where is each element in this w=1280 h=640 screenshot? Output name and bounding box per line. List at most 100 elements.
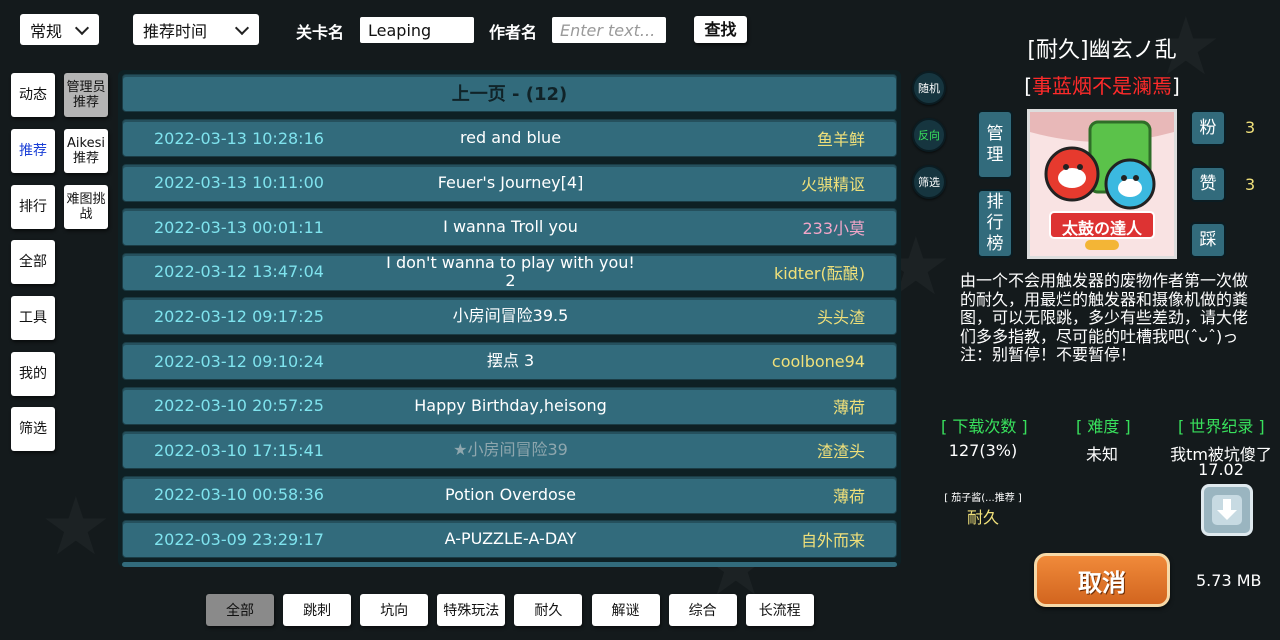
tag-button[interactable]: 解谜 — [591, 594, 660, 626]
search-button[interactable]: 查找 — [694, 16, 747, 43]
tag-button[interactable]: 特殊玩法 — [437, 594, 506, 626]
category-select-value: 常规 — [30, 21, 63, 41]
level-row[interactable]: 2022-03-10 20:57:25 Happy Birthday,heison… — [122, 386, 897, 425]
row-author: 薄荷 — [832, 486, 865, 506]
fans-label: 粉 — [1199, 117, 1217, 138]
row-title: I don't wanna to play with you! 2 — [386, 252, 635, 290]
manage-button[interactable]: 管理 — [977, 110, 1013, 179]
category-select[interactable]: 常规 — [20, 14, 99, 45]
row-date: 2022-03-12 09:17:25 — [154, 306, 324, 326]
like-label: 赞 — [1199, 173, 1217, 194]
row-date: 2022-03-13 10:11:00 — [154, 173, 324, 193]
row-date: 2022-03-09 23:29:17 — [154, 529, 324, 549]
level-row[interactable]: 2022-03-10 17:15:41 ★小房间冒险39 渣渣头 — [122, 431, 897, 470]
nav-ranking-button[interactable]: 排行 — [11, 185, 55, 229]
nav-all-button[interactable]: 全部 — [11, 240, 55, 284]
nav-activity-button[interactable]: 动态 — [11, 73, 55, 117]
random-button[interactable]: 随机 — [912, 71, 946, 105]
fans-button[interactable]: 粉 — [1190, 110, 1226, 146]
level-description: 由一个不会用触发器的废物作者第一次做的耐久，用最烂的触发器和摄像机做的粪图，可以… — [960, 271, 1271, 364]
fans-count: 3 — [1245, 118, 1256, 137]
level-row[interactable]: 2022-03-13 10:11:00 Feuer's Journey[4] 火骐精… — [122, 163, 897, 202]
row-date: 2022-03-12 13:47:04 — [154, 262, 324, 282]
difficulty-label: [ 难度 ] — [1076, 417, 1131, 436]
filter-round-button[interactable]: 筛选 — [912, 165, 946, 199]
hard-challenge-button[interactable]: 难图挑战 — [64, 185, 108, 229]
row-author: 自外而来 — [800, 531, 865, 551]
row-title: Happy Birthday,heisong — [414, 395, 607, 415]
level-author-line: [事蓝烟不是澜焉] — [960, 70, 1244, 99]
chevron-down-icon — [234, 20, 250, 35]
level-name-label: 关卡名 — [296, 23, 345, 42]
nav-tools-button[interactable]: 工具 — [11, 296, 55, 340]
nav-filter-button[interactable]: 筛选 — [11, 407, 55, 451]
tag-button[interactable]: 耐久 — [514, 594, 583, 626]
row-title: A-PUZZLE-A-DAY — [444, 529, 577, 549]
tag-button[interactable]: 跳刺 — [283, 594, 352, 626]
level-row[interactable]: 2022-03-13 10:28:16 red and blue 鱼羊鲜 — [122, 119, 897, 157]
difficulty-value: 未知 — [1085, 445, 1118, 464]
author-bracket-open: [ — [1024, 74, 1032, 98]
level-row[interactable]: 2022-03-13 00:01:11 I wanna Troll you 233小… — [122, 208, 897, 247]
row-date: 2022-03-10 20:57:25 — [154, 396, 324, 416]
row-author: 233小莫 — [802, 219, 865, 239]
like-button[interactable]: 赞 — [1190, 166, 1226, 202]
aikesi-recommend-button[interactable]: Aikesi推荐 — [64, 129, 108, 173]
level-row[interactable]: 2022-03-10 00:58:36 Potion Overdose 薄荷 — [122, 475, 897, 514]
cancel-button[interactable]: 取消 — [1034, 553, 1170, 607]
tag-button[interactable]: 坑向 — [360, 594, 429, 626]
prev-page-label: 上一页 - (12) — [451, 84, 568, 105]
row-title: 摆点 3 — [486, 351, 535, 370]
tag-button[interactable]: 长流程 — [745, 594, 814, 626]
sort-select[interactable]: 推荐时间 — [133, 14, 259, 45]
like-count: 3 — [1245, 175, 1256, 194]
row-author: 薄荷 — [832, 397, 865, 417]
sort-select-value: 推荐时间 — [143, 21, 208, 41]
reverse-button[interactable]: 反向 — [912, 118, 946, 152]
row-author: 渣渣头 — [816, 442, 865, 462]
row-date: 2022-03-10 00:58:36 — [154, 485, 324, 505]
row-author: coolbone94 — [771, 351, 865, 371]
row-title: Potion Overdose — [445, 484, 576, 504]
leaderboard-button[interactable]: 排行榜 — [977, 189, 1013, 258]
level-row[interactable]: 2022-03-12 09:17:25 小房间冒险39.5 头头渣 — [122, 297, 897, 336]
level-row[interactable]: 2022-03-09 23:29:17 A-PUZZLE-A-DAY 自外而来 — [122, 520, 897, 559]
author-bracket-close: ] — [1172, 74, 1180, 98]
level-author[interactable]: 事蓝烟不是澜焉 — [1032, 74, 1172, 98]
world-record-label: [ 世界纪录 ] — [1178, 417, 1265, 436]
level-title: [耐久]幽玄ノ乱 — [1027, 38, 1177, 63]
downloads-value: 127(3%) — [948, 441, 1018, 460]
level-row[interactable]: 2022-03-12 09:10:24 摆点 3 coolbone94 — [122, 342, 897, 380]
tag-button[interactable]: 综合 — [668, 594, 737, 626]
leaderboard-label: 排行榜 — [986, 192, 1004, 254]
chevron-down-icon — [74, 20, 90, 35]
list-scroll-edge — [122, 562, 897, 567]
nav-recommend-button[interactable]: 推荐 — [11, 129, 55, 173]
nav-mine-button[interactable]: 我的 — [11, 352, 55, 396]
row-title: ★小房间冒险39 — [453, 440, 568, 460]
recommend-tag: 耐久 — [966, 508, 999, 527]
row-author: 鱼羊鲜 — [816, 130, 865, 149]
manage-label: 管理 — [986, 123, 1004, 165]
row-author: 头头渣 — [816, 308, 865, 328]
prev-page-button[interactable]: 上一页 - (12) — [122, 74, 897, 112]
row-date: 2022-03-12 09:10:24 — [154, 351, 324, 371]
row-title: red and blue — [459, 128, 562, 147]
author-input[interactable]: Enter text... — [552, 17, 666, 43]
download-button[interactable] — [1201, 484, 1253, 536]
world-record-time: 17.02 — [1198, 460, 1244, 479]
download-icon — [1212, 495, 1242, 525]
row-title: Feuer's Journey[4] — [437, 172, 584, 192]
level-row[interactable]: 2022-03-12 13:47:04 I don't wanna to play… — [122, 252, 897, 291]
row-title: 小房间冒险39.5 — [452, 306, 569, 326]
downloads-label: [ 下载次数 ] — [941, 417, 1028, 436]
level-name-input[interactable]: Leaping — [360, 17, 474, 43]
row-date: 2022-03-10 17:15:41 — [154, 440, 324, 460]
level-cover-image: 太鼓の達人 — [1027, 109, 1177, 259]
cancel-label: 取消 — [1078, 568, 1126, 597]
dislike-label: 踩 — [1199, 229, 1217, 250]
tag-button[interactable]: 全部 — [206, 594, 274, 626]
cover-title: 太鼓の達人 — [1061, 219, 1142, 238]
dislike-button[interactable]: 踩 — [1190, 222, 1226, 258]
admin-recommend-button[interactable]: 管理员推荐 — [64, 73, 108, 117]
